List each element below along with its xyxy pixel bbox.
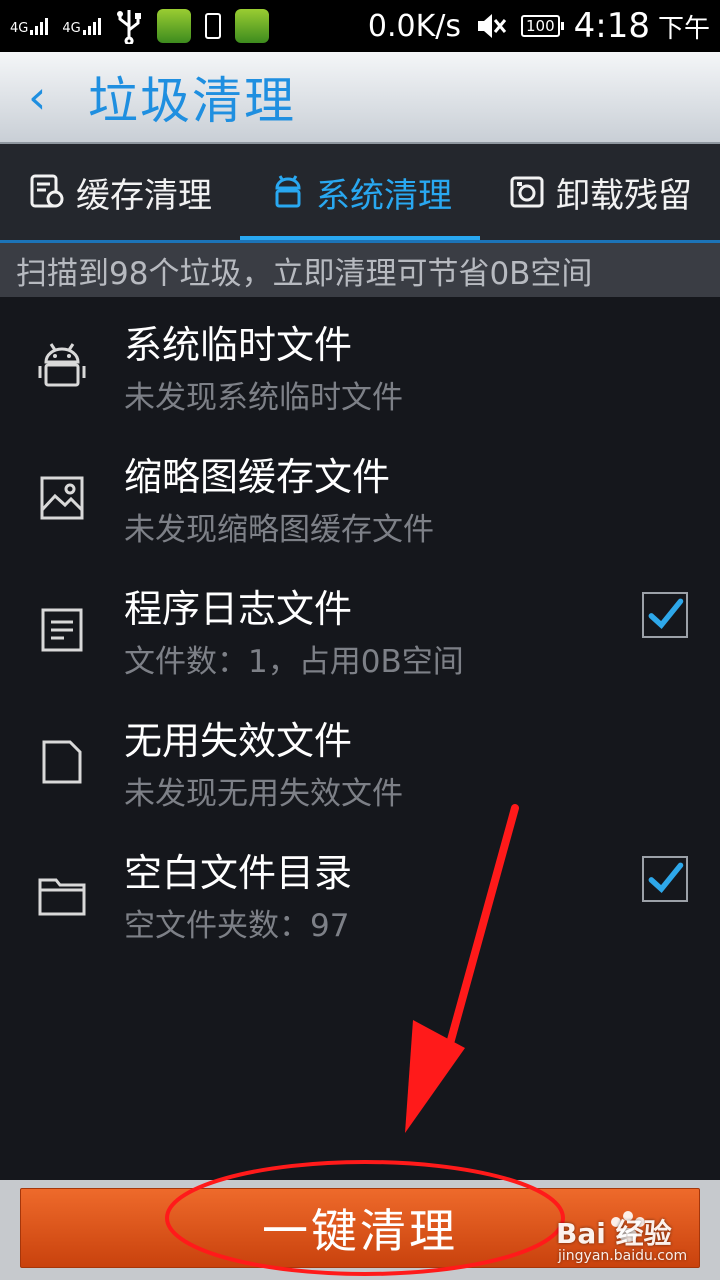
- tab-uninstall-residue[interactable]: 卸载残留: [480, 144, 720, 240]
- watermark-brand: Bai 经验: [556, 1217, 672, 1250]
- item-subtitle: 未发现无用失效文件: [124, 776, 403, 812]
- clock-time: 4:18: [573, 6, 650, 46]
- tab-label: 卸载残留: [556, 175, 692, 216]
- list-item-empty-folders[interactable]: 空白文件目录 空文件夹数：97: [0, 828, 720, 960]
- cleaner-notification-icon: [234, 9, 269, 43]
- list-item-system-temp[interactable]: 系统临时文件 未发现系统临时文件: [0, 300, 720, 432]
- item-title: 程序日志文件: [124, 587, 353, 631]
- item-title: 空白文件目录: [124, 851, 353, 895]
- tab-cache-clean[interactable]: 缓存清理: [0, 144, 240, 240]
- item-subtitle: 空文件夹数：97: [124, 908, 350, 944]
- signal-indicator-2: 4G: [62, 17, 101, 36]
- list-item-invalid-files[interactable]: 无用失效文件 未发现无用失效文件: [0, 696, 720, 828]
- list-item-thumbnail-cache[interactable]: 缩略图缓存文件 未发现缩略图缓存文件: [0, 432, 720, 564]
- tab-label: 系统清理: [316, 175, 452, 216]
- item-subtitle: 未发现缩略图缓存文件: [124, 512, 434, 548]
- tab-system-clean[interactable]: 系统清理: [240, 144, 480, 240]
- watermark-url: jingyan.baidu.com: [558, 1248, 688, 1264]
- list-item-app-logs[interactable]: 程序日志文件 文件数：1，占用0B空间: [0, 564, 720, 696]
- battery-saver-icon: [204, 13, 221, 39]
- title-bar: ‹ 垃圾清理: [0, 52, 720, 144]
- item-checkbox[interactable]: [642, 856, 688, 902]
- image-icon: [40, 476, 84, 520]
- scan-summary: 扫描到98个垃圾，立即清理可节省0B空间: [0, 243, 720, 297]
- cache-clean-icon: [30, 174, 64, 208]
- signal-indicator: 4G: [10, 17, 49, 36]
- item-subtitle: 文件数：1，占用0B空间: [124, 644, 464, 680]
- back-button[interactable]: ‹: [28, 70, 76, 124]
- page-title: 垃圾清理: [88, 72, 296, 130]
- signal-label: 4G: [10, 21, 29, 36]
- item-title: 无用失效文件: [124, 719, 353, 763]
- signal-bars-2-icon: [82, 17, 101, 35]
- app-notification-icon: [156, 9, 191, 43]
- signal-bars-icon: [30, 17, 49, 35]
- document-icon: [41, 608, 83, 652]
- android-icon: [38, 343, 86, 387]
- tab-bar: 缓存清理 系统清理 卸载残留: [0, 144, 720, 240]
- battery-level: 100: [520, 15, 564, 37]
- status-bar: 4G 4G 0.0K/s 100 4:18 下午: [0, 0, 720, 52]
- item-title: 系统临时文件: [124, 323, 353, 367]
- clock-ampm: 下午: [657, 13, 710, 44]
- android-icon: [275, 175, 301, 208]
- tab-label: 缓存清理: [76, 175, 212, 216]
- folder-icon: [38, 878, 86, 916]
- signal-label-2: 4G: [62, 21, 81, 36]
- item-subtitle: 未发现系统临时文件: [124, 380, 403, 416]
- uninstall-icon: [510, 176, 544, 208]
- item-checkbox[interactable]: [642, 592, 688, 638]
- item-title: 缩略图缓存文件: [124, 455, 391, 499]
- blank-file-icon: [42, 740, 82, 784]
- usb-icon: [116, 10, 141, 44]
- net-speed: 0.0K/s: [367, 8, 461, 44]
- junk-list: 系统临时文件 未发现系统临时文件 缩略图缓存文件 未发现缩略图缓存文件 程序日志…: [0, 300, 720, 960]
- mute-icon: [477, 14, 507, 38]
